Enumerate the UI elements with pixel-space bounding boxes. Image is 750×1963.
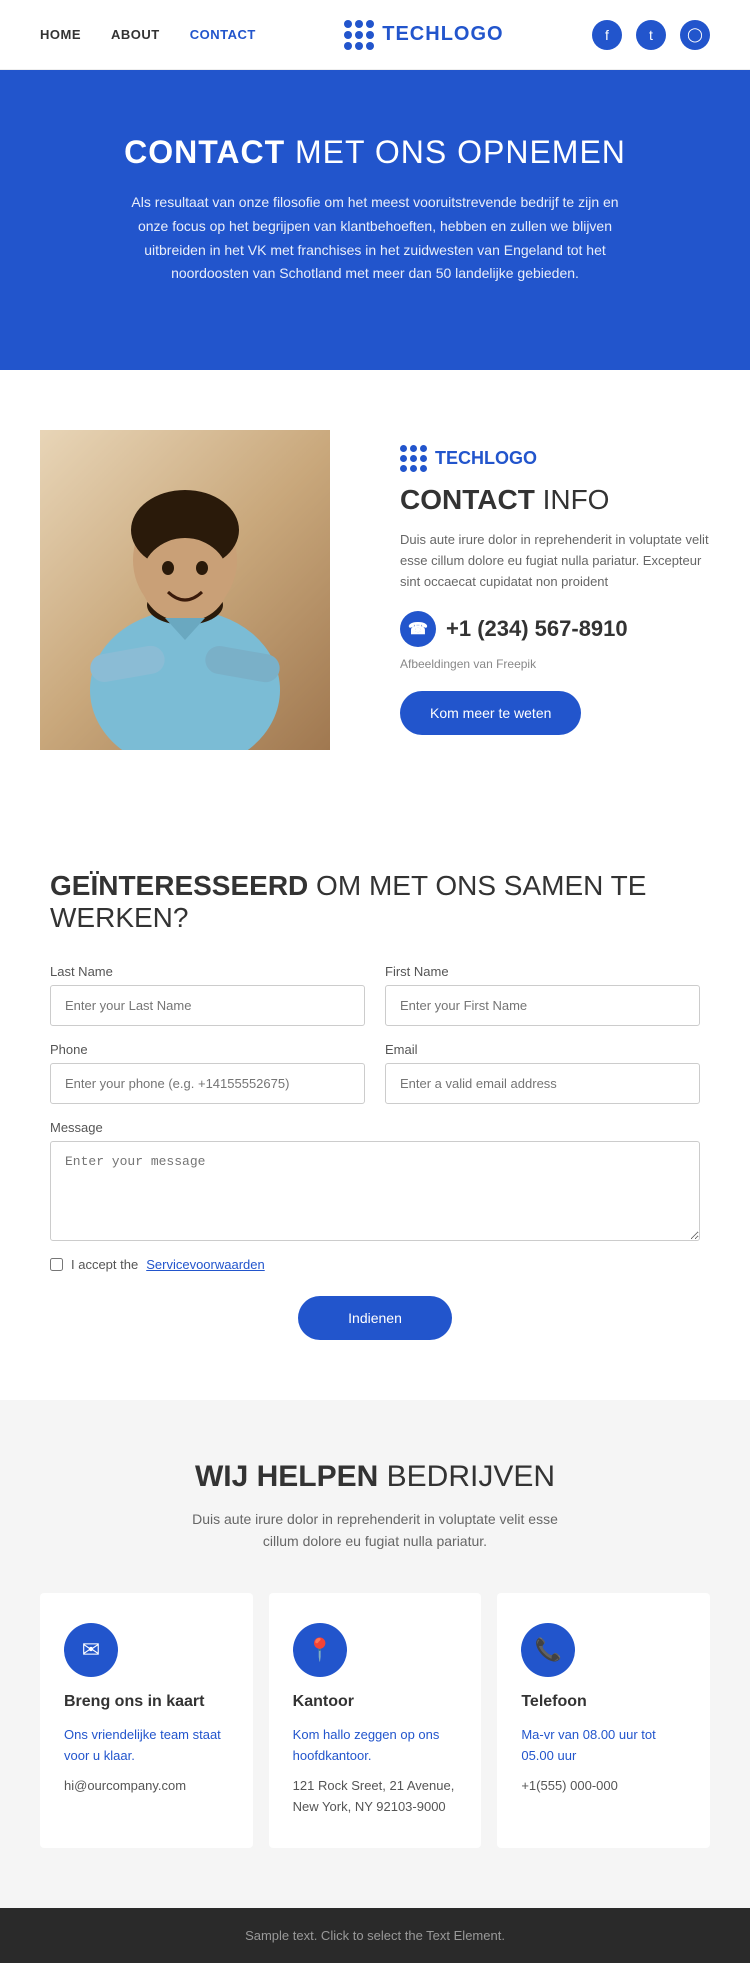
phone-number: +1 (234) 567-8910 <box>446 616 628 642</box>
nav-about[interactable]: ABOUT <box>111 27 160 42</box>
learn-more-button[interactable]: Kom meer te weten <box>400 691 581 735</box>
email-label: Email <box>385 1042 700 1057</box>
person-photo <box>40 430 330 750</box>
help-card-office: 📍 Kantoor Kom hallo zeggen op ons hoofdk… <box>269 1593 482 1848</box>
info-section: TECHLOGO CONTACT INFO Duis aute irure do… <box>0 370 750 810</box>
form-heading: GEÏNTERESSEERD OM MET ONS SAMEN TE WERKE… <box>50 870 700 934</box>
submit-wrap: Indienen <box>50 1296 700 1340</box>
info-logo-text: TECHLOGO <box>435 448 537 469</box>
card2-text: 121 Rock Sreet, 21 Avenue, New York, NY … <box>293 1776 458 1818</box>
card3-link[interactable]: Ma-vr van 08.00 uur tot 05.00 uur <box>521 1725 686 1767</box>
help-description: Duis aute irure dolor in reprehenderit i… <box>175 1508 575 1553</box>
email-icon: ✉ <box>64 1623 118 1677</box>
instagram-icon[interactable]: ◯ <box>680 20 710 50</box>
email-input[interactable] <box>385 1063 700 1104</box>
phone-icon: ☎ <box>400 611 436 647</box>
logo-dots <box>344 20 374 50</box>
card2-link[interactable]: Kom hallo zeggen op ons hoofdkantoor. <box>293 1725 458 1767</box>
nav-home[interactable]: HOME <box>40 27 81 42</box>
first-name-input[interactable] <box>385 985 700 1026</box>
card1-text: hi@ourcompany.com <box>64 1776 229 1797</box>
first-name-label: First Name <box>385 964 700 979</box>
hero-description: Als resultaat van onze filosofie om het … <box>115 191 635 286</box>
phone-label: Phone <box>50 1042 365 1057</box>
contact-form: Last Name First Name Phone Email Message <box>50 964 700 1340</box>
social-icons: f t ◯ <box>592 20 710 50</box>
first-name-group: First Name <box>385 964 700 1026</box>
footer-text[interactable]: Sample text. Click to select the Text El… <box>245 1928 505 1943</box>
facebook-icon[interactable]: f <box>592 20 622 50</box>
card1-link[interactable]: Ons vriendelijke team staat voor u klaar… <box>64 1725 229 1767</box>
card2-title: Kantoor <box>293 1693 458 1711</box>
message-input[interactable] <box>50 1141 700 1241</box>
twitter-icon[interactable]: t <box>636 20 666 50</box>
terms-checkbox[interactable] <box>50 1258 63 1271</box>
phone-group: Phone <box>50 1042 365 1104</box>
terms-link[interactable]: Servicevoorwaarden <box>146 1257 265 1272</box>
navbar: HOME ABOUT CONTACT TECHLOGO f t ◯ <box>0 0 750 70</box>
terms-row: I accept the Servicevoorwaarden <box>50 1257 700 1272</box>
form-section: GEÏNTERESSEERD OM MET ONS SAMEN TE WERKE… <box>0 810 750 1400</box>
info-logo: TECHLOGO <box>400 445 710 472</box>
footer: Sample text. Click to select the Text El… <box>0 1908 750 1963</box>
nav-contact[interactable]: CONTACT <box>190 27 256 42</box>
card3-text: +1(555) 000-000 <box>521 1776 686 1797</box>
person-svg <box>40 430 330 750</box>
location-icon: 📍 <box>293 1623 347 1677</box>
hero-section: CONTACT MET ONS OPNEMEN Als resultaat va… <box>0 70 750 370</box>
nav-logo: TECHLOGO <box>344 20 503 50</box>
phone-input[interactable] <box>50 1063 365 1104</box>
help-cards: ✉ Breng ons in kaart Ons vriendelijke te… <box>40 1593 710 1848</box>
info-phone: ☎ +1 (234) 567-8910 <box>400 611 710 647</box>
help-card-email: ✉ Breng ons in kaart Ons vriendelijke te… <box>40 1593 253 1848</box>
last-name-input[interactable] <box>50 985 365 1026</box>
info-title: CONTACT INFO <box>400 484 710 516</box>
terms-text: I accept the <box>71 1257 138 1272</box>
hero-title: CONTACT MET ONS OPNEMEN <box>124 134 626 171</box>
phone-card-icon: 📞 <box>521 1623 575 1677</box>
last-name-label: Last Name <box>50 964 365 979</box>
person-image-wrap <box>40 430 350 750</box>
email-group: Email <box>385 1042 700 1104</box>
message-group: Message <box>50 1120 700 1241</box>
info-credit: Afbeeldingen van Freepik <box>400 657 710 671</box>
contact-row: Phone Email <box>50 1042 700 1104</box>
help-section: WIJ HELPEN BEDRIJVEN Duis aute irure dol… <box>0 1400 750 1908</box>
submit-button[interactable]: Indienen <box>298 1296 452 1340</box>
last-name-group: Last Name <box>50 964 365 1026</box>
card3-title: Telefoon <box>521 1693 686 1711</box>
info-description: Duis aute irure dolor in reprehenderit i… <box>400 530 710 592</box>
nav-links: HOME ABOUT CONTACT <box>40 27 256 42</box>
card1-title: Breng ons in kaart <box>64 1693 229 1711</box>
message-label: Message <box>50 1120 700 1135</box>
name-row: Last Name First Name <box>50 964 700 1026</box>
info-logo-dots <box>400 445 427 472</box>
info-content: TECHLOGO CONTACT INFO Duis aute irure do… <box>350 445 710 734</box>
logo-text: TECHLOGO <box>382 23 503 46</box>
help-heading: WIJ HELPEN BEDRIJVEN <box>40 1460 710 1494</box>
help-card-phone: 📞 Telefoon Ma-vr van 08.00 uur tot 05.00… <box>497 1593 710 1848</box>
